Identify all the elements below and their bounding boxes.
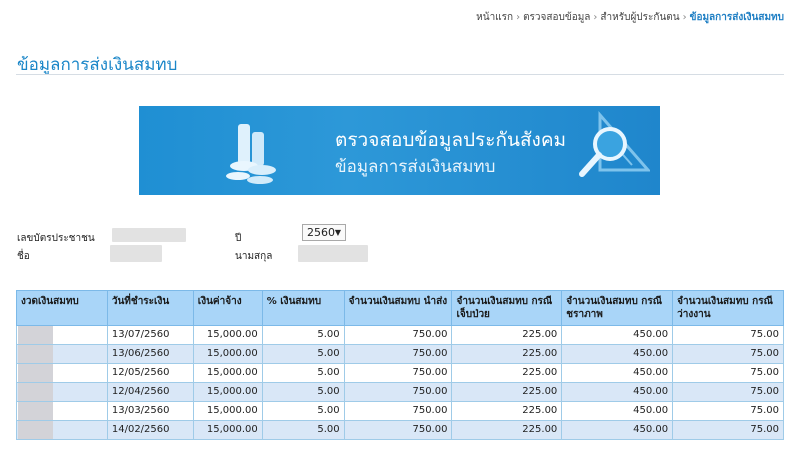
total-cell: 750.00 <box>343 363 453 383</box>
wage-cell: 15,000.00 <box>192 420 263 440</box>
table-row: 13/03/2560 15,000.00 5.00 750.00 225.00 … <box>16 401 784 421</box>
old-age-cell: 450.00 <box>561 363 674 383</box>
magnifier-icon <box>579 111 650 177</box>
total-cell: 750.00 <box>343 344 453 364</box>
period-cell-redacted <box>16 401 108 421</box>
sickness-cell: 225.00 <box>451 344 563 364</box>
table-row: 12/05/2560 15,000.00 5.00 750.00 225.00 … <box>16 363 784 383</box>
breadcrumb-home-link[interactable]: หน้าแรก <box>476 12 513 23</box>
name-value-redacted <box>110 245 162 262</box>
header-old-age: จำนวนเงินสมทบ กรณีชราภาพ <box>561 290 674 326</box>
breadcrumb-separator: › <box>593 12 598 23</box>
rate-cell: 5.00 <box>261 325 345 345</box>
sickness-cell: 225.00 <box>451 401 563 421</box>
header-payment-date: วันที่ชำระเงิน <box>106 290 194 326</box>
breadcrumb-separator: › <box>516 12 521 23</box>
banner: ตรวจสอบข้อมูลประกันสังคม ข้อมูลการส่งเงิ… <box>139 106 660 195</box>
rate-cell: 5.00 <box>261 420 345 440</box>
header-sickness: จำนวนเงินสมทบ กรณีเจ็บป่วย <box>451 290 563 326</box>
unemployment-cell: 75.00 <box>672 420 784 440</box>
table-row: 14/02/2560 15,000.00 5.00 750.00 225.00 … <box>16 420 784 440</box>
total-cell: 750.00 <box>343 382 453 402</box>
breadcrumb-insured-link[interactable]: สำหรับผู้ประกันตน <box>600 12 679 23</box>
sickness-cell: 225.00 <box>451 363 563 383</box>
contribution-table: งวดเงินสมทบ วันที่ชำระเงิน เงินค่าจ้าง %… <box>16 290 784 440</box>
breadcrumb-separator: › <box>682 12 687 23</box>
date-cell: 12/05/2560 <box>106 363 194 383</box>
title-divider <box>16 74 784 75</box>
wage-cell: 15,000.00 <box>192 344 263 364</box>
period-cell-redacted <box>16 325 108 345</box>
rate-cell: 5.00 <box>261 401 345 421</box>
table-row: 13/07/2560 15,000.00 5.00 750.00 225.00 … <box>16 325 784 345</box>
date-cell: 14/02/2560 <box>106 420 194 440</box>
table-row: 13/06/2560 15,000.00 5.00 750.00 225.00 … <box>16 344 784 364</box>
period-cell-redacted <box>16 363 108 383</box>
coins-icon <box>226 124 276 184</box>
wage-cell: 15,000.00 <box>192 382 263 402</box>
rate-cell: 5.00 <box>261 382 345 402</box>
name-label: ชื่อ <box>17 251 30 262</box>
unemployment-cell: 75.00 <box>672 363 784 383</box>
breadcrumb-check-data-link[interactable]: ตรวจสอบข้อมูล <box>523 12 590 23</box>
table-header-row: งวดเงินสมทบ วันที่ชำระเงิน เงินค่าจ้าง %… <box>16 290 784 326</box>
sickness-cell: 225.00 <box>451 325 563 345</box>
unemployment-cell: 75.00 <box>672 325 784 345</box>
banner-title: ตรวจสอบข้อมูลประกันสังคม <box>335 129 567 151</box>
breadcrumb-current: ข้อมูลการส่งเงินสมทบ <box>689 12 784 23</box>
header-period: งวดเงินสมทบ <box>16 290 108 326</box>
surname-value-redacted <box>298 245 368 262</box>
wage-cell: 15,000.00 <box>192 363 263 383</box>
date-cell: 13/06/2560 <box>106 344 194 364</box>
total-cell: 750.00 <box>343 420 453 440</box>
old-age-cell: 450.00 <box>561 382 674 402</box>
header-total: จำนวนเงินสมทบ นำส่ง <box>343 290 453 326</box>
old-age-cell: 450.00 <box>561 344 674 364</box>
surname-label: นามสกุล <box>235 251 273 262</box>
unemployment-cell: 75.00 <box>672 382 784 402</box>
wage-cell: 15,000.00 <box>192 325 263 345</box>
unemployment-cell: 75.00 <box>672 344 784 364</box>
rate-cell: 5.00 <box>261 344 345 364</box>
rate-cell: 5.00 <box>261 363 345 383</box>
old-age-cell: 450.00 <box>561 325 674 345</box>
header-wage: เงินค่าจ้าง <box>192 290 263 326</box>
old-age-cell: 450.00 <box>561 420 674 440</box>
period-cell-redacted <box>16 344 108 364</box>
header-unemployment: จำนวนเงินสมทบ กรณีว่างงาน <box>672 290 784 326</box>
year-select-value: 2560 <box>307 226 335 239</box>
year-select[interactable]: 2560 ▼ <box>302 224 346 241</box>
table-row: 12/04/2560 15,000.00 5.00 750.00 225.00 … <box>16 382 784 402</box>
period-cell-redacted <box>16 420 108 440</box>
unemployment-cell: 75.00 <box>672 401 784 421</box>
banner-subtitle: ข้อมูลการส่งเงินสมทบ <box>335 157 496 177</box>
old-age-cell: 450.00 <box>561 401 674 421</box>
wage-cell: 15,000.00 <box>192 401 263 421</box>
id-label: เลขบัตรประชาชน <box>17 233 95 244</box>
date-cell: 13/07/2560 <box>106 325 194 345</box>
date-cell: 12/04/2560 <box>106 382 194 402</box>
dropdown-arrow-icon: ▼ <box>334 228 341 237</box>
total-cell: 750.00 <box>343 401 453 421</box>
sickness-cell: 225.00 <box>451 382 563 402</box>
total-cell: 750.00 <box>343 325 453 345</box>
sickness-cell: 225.00 <box>451 420 563 440</box>
breadcrumb: หน้าแรก › ตรวจสอบข้อมูล › สำหรับผู้ประกันตน ›… <box>476 10 784 25</box>
period-cell-redacted <box>16 382 108 402</box>
header-rate: % เงินสมทบ <box>261 290 345 326</box>
date-cell: 13/03/2560 <box>106 401 194 421</box>
id-value-redacted <box>112 228 186 242</box>
year-label: ปี <box>235 233 242 244</box>
